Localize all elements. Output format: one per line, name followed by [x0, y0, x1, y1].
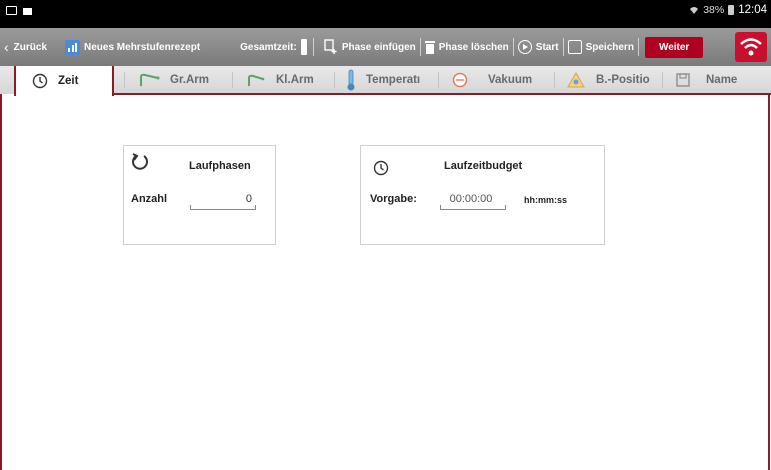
- tab-vakuum[interactable]: Vakuum: [452, 66, 532, 94]
- tab-divider: [334, 72, 335, 88]
- input-underline: [190, 205, 256, 210]
- status-notifications: [6, 5, 32, 15]
- large-arm-icon: [140, 73, 160, 86]
- status-bar: 38% 12:04: [0, 0, 771, 28]
- small-arm-icon: [248, 74, 265, 86]
- input-underline: [440, 205, 506, 210]
- chart-icon: [65, 39, 81, 55]
- total-time: Gesamtzeit:: [240, 39, 307, 55]
- save-button[interactable]: Speichern: [567, 40, 634, 54]
- repeat-icon: [132, 153, 148, 170]
- start-button[interactable]: Start: [517, 40, 559, 54]
- delete-phase-button[interactable]: Phase löschen: [424, 40, 509, 54]
- save-label: Speichern: [585, 41, 634, 53]
- clock-icon: [373, 160, 389, 176]
- toolbar-divider: [637, 38, 639, 56]
- laufphasen-card: Laufphasen Anzahl 0: [123, 145, 276, 245]
- tab-gr-arm[interactable]: Gr.Arm: [138, 66, 209, 94]
- wifi-connection-button[interactable]: [735, 32, 767, 62]
- clock-time: 12:04: [738, 4, 767, 16]
- total-time-bar: [300, 39, 307, 55]
- target-label: Vorgabe:: [370, 193, 417, 205]
- back-label: Zurück: [13, 41, 48, 53]
- card-title: Laufphasen: [189, 160, 251, 172]
- vacuum-icon: [452, 72, 468, 88]
- toolbar-divider: [562, 38, 564, 56]
- tab-underline: [112, 93, 771, 95]
- target-time-input[interactable]: 00:00:00: [440, 190, 506, 210]
- wifi-status-icon: [690, 7, 699, 14]
- laufzeitbudget-card: Laufzeitbudget Vorgabe: 00:00:00 hh:mm:s…: [360, 145, 605, 245]
- battery-percent: 38%: [703, 4, 725, 16]
- tab-divider: [554, 72, 555, 88]
- screenshot-icon: [6, 5, 17, 15]
- tab-divider: [124, 72, 125, 88]
- tab-label: Gr.Arm: [170, 74, 209, 86]
- content-border-right: [768, 94, 770, 470]
- clock-icon: [32, 73, 48, 89]
- tab-label: Name: [706, 74, 738, 86]
- tab-divider: [232, 72, 233, 88]
- count-input[interactable]: 0: [190, 190, 256, 210]
- back-button[interactable]: ‹ Zurück: [4, 39, 47, 55]
- wifi-icon: [740, 38, 762, 56]
- count-label: Anzahl: [131, 193, 168, 205]
- tab-temperatur[interactable]: Temperatı: [346, 66, 420, 94]
- tab-label: Temperatı: [366, 74, 421, 86]
- recipe-title-label: Neues Mehrstufenrezept: [84, 41, 201, 53]
- toolbar-divider: [512, 38, 514, 56]
- toolbar-divider: [312, 38, 314, 56]
- play-icon: [517, 40, 532, 54]
- battery-icon: [728, 5, 735, 15]
- next-button[interactable]: Weiter: [644, 36, 704, 58]
- tab-label: Vakuum: [488, 74, 533, 86]
- tab-kl-arm[interactable]: Kl.Arm: [246, 66, 314, 94]
- card-title: Laufzeitbudget: [444, 160, 523, 172]
- delete-phase-label: Phase löschen: [438, 41, 509, 53]
- tab-label: Zeit: [58, 75, 79, 87]
- action-toolbar: ‹ Zurück Neues Mehrstufenrezept Gesamtze…: [0, 28, 771, 66]
- count-value: 0: [245, 193, 252, 205]
- tab-divider: [438, 72, 439, 88]
- status-arrow-icon: [596, 0, 626, 16]
- thermometer-icon: [347, 69, 355, 91]
- floppy-disk-icon: [567, 40, 582, 54]
- total-time-label: Gesamtzeit:: [240, 41, 297, 53]
- tab-divider: [662, 72, 663, 88]
- toolbar-divider: [419, 38, 421, 56]
- recipe-title: Neues Mehrstufenrezept: [65, 39, 201, 55]
- tab-b-position[interactable]: B.-Positio: [566, 66, 650, 94]
- parameter-tabs: Zeit Gr.Arm Kl.Arm Temperatı Vakuum B.-P…: [0, 66, 771, 96]
- status-right: 38% 12:04: [689, 4, 767, 16]
- save-icon: [676, 73, 690, 87]
- chevron-left-icon: ‹: [4, 39, 9, 55]
- position-icon: [567, 71, 585, 88]
- insert-phase-label: Phase einfügen: [341, 41, 416, 53]
- tab-zeit[interactable]: Zeit: [14, 66, 114, 96]
- tab-name[interactable]: Name: [676, 66, 737, 94]
- app-root: 38% 12:04 ‹ Zurück Neues Mehrstufenrezep…: [0, 0, 771, 470]
- tab-label: Kl.Arm: [276, 74, 314, 86]
- insert-phase-icon: [324, 39, 337, 54]
- target-time-value: 00:00:00: [449, 193, 493, 205]
- trash-icon: [424, 41, 435, 54]
- start-label: Start: [535, 41, 559, 53]
- insert-phase-button[interactable]: Phase einfügen: [324, 39, 416, 55]
- content-border-left: [0, 94, 2, 470]
- time-unit: hh:mm:ss: [524, 195, 568, 205]
- tab-label: B.-Positio: [596, 74, 650, 86]
- lock-icon: [23, 8, 32, 15]
